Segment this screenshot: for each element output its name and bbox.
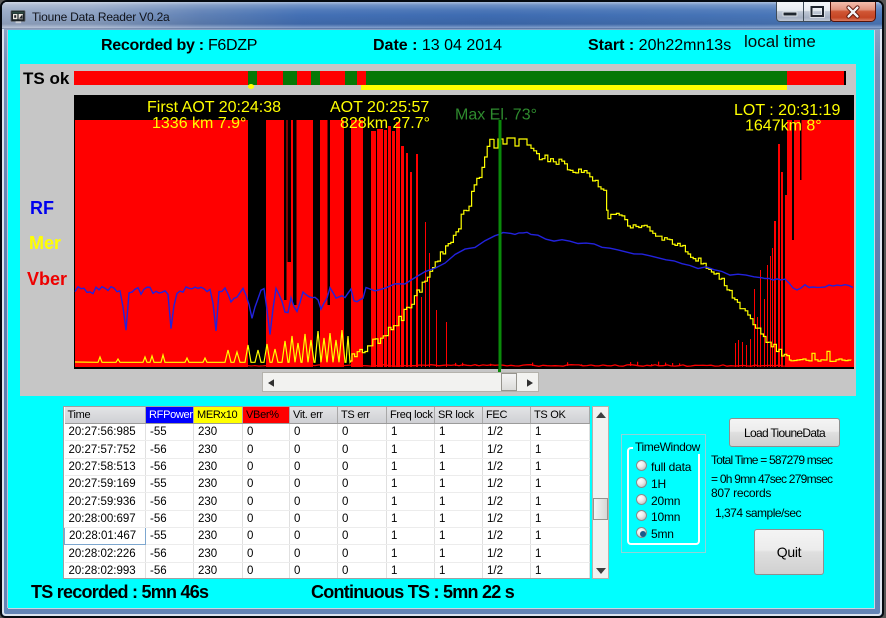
svg-text:1647km 8°: 1647km 8° bbox=[745, 118, 822, 135]
svg-text:1336 km 7.9°: 1336 km 7.9° bbox=[152, 115, 246, 132]
svg-text:First AOT 20:24:38: First AOT 20:24:38 bbox=[147, 99, 281, 116]
svg-text:Max El. 73°: Max El. 73° bbox=[455, 107, 537, 124]
svg-text:828km 27.7°: 828km 27.7° bbox=[340, 115, 430, 132]
svg-text:LOT : 20:31:19: LOT : 20:31:19 bbox=[734, 102, 841, 119]
svg-text:AOT 20:25:57: AOT 20:25:57 bbox=[330, 99, 429, 116]
